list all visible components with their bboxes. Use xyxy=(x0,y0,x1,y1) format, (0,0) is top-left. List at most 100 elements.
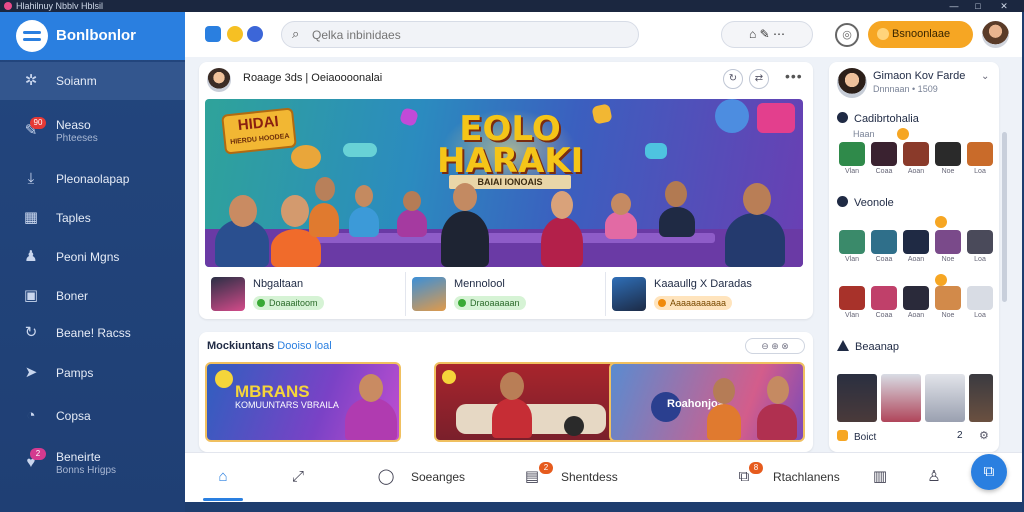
sidebar-item-1[interactable]: ✲ Soianm xyxy=(0,62,185,100)
participant-avatar[interactable] xyxy=(903,286,929,310)
participant-avatar[interactable] xyxy=(871,230,897,254)
participant-avatar[interactable] xyxy=(935,230,961,254)
presenter-card[interactable]: Nbgaltaan Doaaaitoom xyxy=(205,272,401,316)
pin-icon: ➤ xyxy=(24,364,38,381)
section-title-text: Veonole xyxy=(854,197,894,209)
nav-calendar[interactable]: ▤ 2 Shentdess xyxy=(521,453,621,503)
participant-avatar[interactable] xyxy=(871,142,897,166)
sidebar-item-4[interactable]: ▦ Taples xyxy=(0,199,185,237)
featured-banner[interactable]: HIDAI HIERDU HOODEA EOLO HARAKI BAIAI IO… xyxy=(205,99,803,267)
floating-gift-icon xyxy=(398,106,420,128)
nav-profile[interactable]: ♙ xyxy=(923,453,953,503)
participant-avatar[interactable] xyxy=(839,142,865,166)
bubble-icon: ◔ xyxy=(26,407,36,424)
app-icon-2[interactable] xyxy=(227,26,243,42)
participant-avatar[interactable] xyxy=(903,230,929,254)
search-box[interactable]: ⌕ xyxy=(281,21,639,48)
refresh-icon[interactable]: ↻ xyxy=(723,69,743,89)
gallery-photo[interactable] xyxy=(881,374,921,422)
participant-avatar[interactable] xyxy=(967,286,993,310)
participant-label: Aoan xyxy=(907,256,925,263)
profile-avatar[interactable] xyxy=(837,68,867,98)
audience-face xyxy=(281,195,309,227)
app-logo-icon xyxy=(4,2,12,10)
gallery-photo[interactable] xyxy=(969,374,993,422)
presenter-name: Kaaaullg X Daradas xyxy=(654,278,752,290)
presenter-list: Nbgaltaan Doaaaitoom Mennolool Draoaaaaa… xyxy=(205,272,803,316)
nav-cart[interactable]: ⧉ 8 Rtachlanens xyxy=(733,453,843,503)
view-controls[interactable]: ⌂ ✎ ⋯ xyxy=(721,21,813,48)
target-icon[interactable]: ◎ xyxy=(835,23,859,47)
primary-action-button[interactable]: Bsnoonlaae xyxy=(868,21,973,48)
sidebar-item-sublabel: Phteeses xyxy=(56,133,98,144)
gallery-photo[interactable] xyxy=(925,374,965,422)
sidebar-item-6[interactable]: ▣ Boner xyxy=(0,277,185,315)
sidebar-item-8[interactable]: ➤ Pamps xyxy=(0,354,185,392)
presenter-tag: Doaaaitoom xyxy=(253,296,324,310)
sidebar-item-label: Copsa xyxy=(56,409,91,423)
maximize-button[interactable]: □ xyxy=(968,0,988,12)
participant-avatar[interactable] xyxy=(839,230,865,254)
participant-label: Aoan xyxy=(907,312,925,319)
group-icon: ♟ xyxy=(24,248,38,265)
check-icon xyxy=(257,299,265,307)
participant-avatar[interactable] xyxy=(903,142,929,166)
brand-header[interactable]: Bonlbonlor xyxy=(0,12,185,60)
gear-icon[interactable]: ⚙ xyxy=(979,429,989,442)
user-avatar[interactable] xyxy=(982,21,1009,48)
app-icon-1[interactable] xyxy=(205,26,221,42)
recommendations-section: Mockiuntans Dooiso loal ⊖ ⊕ ⊗ MBRANS KOM… xyxy=(199,332,813,452)
presenter-thumbnail xyxy=(612,277,646,311)
host-avatar[interactable] xyxy=(207,68,231,92)
tag-icon xyxy=(837,430,848,441)
sidebar-item-sublabel: Bonns Hrigps xyxy=(56,465,117,476)
recommendation-card[interactable] xyxy=(434,362,630,442)
participant-avatar[interactable] xyxy=(967,142,993,166)
gallery-photo[interactable] xyxy=(837,374,877,422)
guest-face xyxy=(500,372,524,400)
nav-home[interactable]: ⌂ xyxy=(203,453,243,503)
sidebar-item-2[interactable]: ✎ 90 Neaso Phteeses xyxy=(0,112,185,150)
carousel-controls[interactable]: ⊖ ⊕ ⊗ xyxy=(745,338,805,354)
presenter-name: Mennolool xyxy=(454,278,505,290)
banner-title: EOLO HARAKI xyxy=(437,112,583,178)
notification-badge: 2 xyxy=(539,462,553,474)
presenter-card[interactable]: Kaaaullg X Daradas Aaaaaaaaaaa xyxy=(605,272,801,316)
share-icon[interactable]: ⇄ xyxy=(749,69,769,89)
nav-badges[interactable]: ▥ xyxy=(869,453,899,503)
floating-heart-icon xyxy=(757,103,795,133)
recommendation-card[interactable]: Roahonjoa xyxy=(609,362,805,442)
notification-badge: 8 xyxy=(749,462,763,474)
participant-avatar[interactable] xyxy=(871,286,897,310)
guest-person xyxy=(492,398,532,438)
sidebar-item-9[interactable]: ◔ Copsa xyxy=(0,397,185,435)
more-options-icon[interactable]: ••• xyxy=(785,68,803,84)
presenter-tag-label: Doaaaitoom xyxy=(269,298,318,308)
participant-avatar[interactable] xyxy=(839,286,865,310)
presenter-card[interactable]: Mennolool Draoaaaaan xyxy=(405,272,601,316)
nav-trends[interactable]: ⤢ xyxy=(281,453,321,503)
sidebar-item-3[interactable]: ⤓ Pleonaolapap xyxy=(0,160,185,198)
sidebar-item-5[interactable]: ♟ Peoni Mgns xyxy=(0,238,185,276)
right-panel: Gimaon Kov Farde Dnnnaan • 1509 ⌄ Cadibr… xyxy=(829,62,999,452)
app-icon-3[interactable] xyxy=(247,26,263,42)
chevron-down-icon[interactable]: ⌄ xyxy=(981,71,989,82)
window-title: Hlahilnuy Nbblv Hblsil xyxy=(16,1,104,11)
floating-action-button[interactable]: ⧉ xyxy=(971,454,1007,490)
right-panel-scrollbar[interactable] xyxy=(1002,132,1007,302)
minimize-button[interactable]: — xyxy=(944,0,964,12)
audience-person xyxy=(397,209,427,237)
audience-face xyxy=(611,193,631,215)
recommendation-card[interactable]: MBRANS KOMUUNTARS VBRAILA xyxy=(205,362,401,442)
sidebar-item-10[interactable]: ♥ 2 Beneirte Bonns Hrigps xyxy=(0,444,185,482)
sidebar-item-7[interactable]: ↻ Beane! Racss xyxy=(0,314,185,352)
participant-avatar[interactable] xyxy=(935,142,961,166)
participant-avatar[interactable] xyxy=(967,230,993,254)
search-input[interactable] xyxy=(312,26,632,44)
close-button[interactable]: ✕ xyxy=(994,0,1014,12)
participant-avatar[interactable] xyxy=(935,286,961,310)
nav-chat[interactable]: ◯ Soeanges xyxy=(375,453,475,503)
panel-footer[interactable]: Boict xyxy=(837,430,876,443)
top-toolbar: ⌕ ⌂ ✎ ⋯ ◎ Bsnoonlaae xyxy=(185,12,1022,57)
recommendations-highlight[interactable]: Dooiso loal xyxy=(277,340,331,352)
